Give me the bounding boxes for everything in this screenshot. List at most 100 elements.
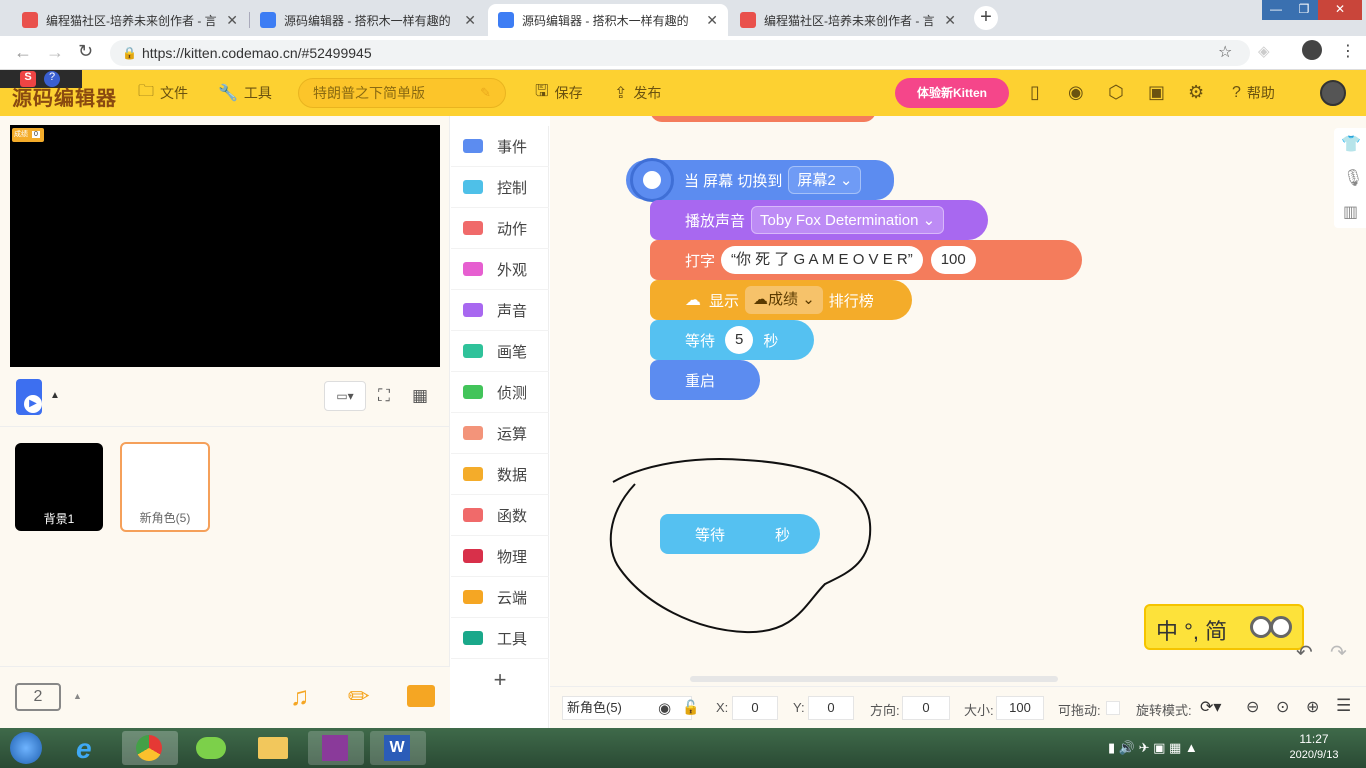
category-12[interactable]: 工具 (451, 618, 549, 659)
play-sound-block[interactable]: 播放声音 Toby Fox Determination ⌄ (650, 200, 988, 240)
browser-tab-1[interactable]: 编程猫社区-培养未来创作者 - 言 ✕ (12, 4, 248, 36)
undo-icon[interactable]: ↶ (1296, 640, 1313, 665)
microphone-icon[interactable]: 🎙 (1343, 168, 1363, 188)
settings-gear-icon[interactable]: ⚙ (1188, 82, 1204, 103)
sprite-card-selected[interactable]: 新角色(5) (120, 442, 210, 532)
app-logo[interactable]: 源码编辑器 (12, 82, 117, 111)
new-tab-button[interactable]: + (974, 6, 998, 30)
rotation-mode-icon[interactable]: ⟳▾ (1200, 697, 1221, 717)
costume-shirt-icon[interactable]: 👕 (1341, 134, 1361, 154)
windows-start-icon[interactable] (10, 732, 42, 764)
draggable-checkbox[interactable] (1106, 701, 1120, 715)
y-input[interactable]: 0 (808, 696, 854, 720)
try-new-kitten-button[interactable]: 体验新Kitten (895, 78, 1009, 108)
ime-floating-bar[interactable]: 中 °, 简 (1144, 604, 1304, 650)
folder-add-icon[interactable] (407, 685, 435, 707)
leaderboard-dropdown[interactable]: ☁成绩 ⌄ (745, 286, 823, 314)
screen-dropdown[interactable]: 屏幕2 ⌄ (788, 166, 862, 194)
extension-icon[interactable]: ◈ (1258, 42, 1270, 60)
taskbar-ie-icon[interactable]: e (62, 731, 118, 765)
close-tab-icon[interactable]: ✕ (226, 12, 238, 29)
close-tab-icon[interactable]: ✕ (706, 12, 718, 29)
browser-tab-2[interactable]: 源码编辑器 - 搭积木一样有趣的 ✕ (250, 4, 486, 36)
sprite-card-background[interactable]: 背景1 (15, 443, 103, 531)
forward-arrow-icon[interactable]: → (46, 42, 64, 63)
sound-dropdown[interactable]: Toby Fox Determination ⌄ (751, 206, 945, 234)
visibility-eye-icon[interactable]: ◉ (658, 699, 671, 717)
category-5[interactable]: 画笔 (451, 331, 549, 372)
caret-up-icon[interactable]: ▲ (50, 390, 60, 401)
mobile-icon[interactable]: ▯ (1030, 82, 1040, 103)
caret-up-icon[interactable]: ▲ (73, 691, 82, 701)
add-extension-button[interactable]: + (451, 667, 549, 693)
wait-block[interactable]: 等待 5 秒 (650, 320, 814, 360)
category-6[interactable]: 侦测 (451, 372, 549, 413)
box-icon[interactable]: ▣ (1148, 82, 1165, 103)
hexagon-icon[interactable]: ⬡ (1108, 82, 1124, 103)
zoom-out-icon[interactable]: ⊖ (1246, 697, 1259, 717)
back-arrow-icon[interactable]: ← (14, 42, 32, 63)
bookmark-star-icon[interactable]: ☆ (1218, 42, 1232, 62)
minimize-button[interactable]: — (1262, 0, 1290, 20)
taskbar-explorer-icon[interactable] (246, 731, 302, 765)
category-3[interactable]: 外观 (451, 249, 549, 290)
menu-lines-icon[interactable]: ☰ (1336, 696, 1351, 716)
wait-seconds-input[interactable]: 5 (725, 326, 754, 354)
type-string-input[interactable]: “你 死 了 G A M E O V E R” (721, 246, 923, 274)
stage-canvas[interactable]: 成绩 0 (10, 125, 440, 367)
url-field[interactable]: 🔒 https://kitten.codemao.cn/#52499945 (110, 40, 1250, 66)
when-screen-switch-hat-block[interactable]: 当 屏幕 切换到 屏幕2 ⌄ (626, 158, 894, 202)
project-name-input[interactable]: 特朗普之下简单版 ✎ (298, 78, 506, 108)
browser-menu-icon[interactable]: ⋮ (1340, 41, 1356, 61)
file-menu[interactable]: 🗀 文件 (138, 82, 188, 104)
save-button[interactable]: 🖫 保存 (535, 82, 583, 104)
reload-icon[interactable]: ↻ (78, 41, 93, 62)
bar-chart-icon[interactable]: ▥ (1343, 202, 1358, 222)
category-0[interactable]: 事件 (451, 126, 549, 167)
tray-icons[interactable]: ▮ 🔊 ✈ ▣ ▦ ▲ (1108, 740, 1198, 756)
sprite-name-field[interactable]: 新角色(5) (562, 696, 692, 720)
type-speed-input[interactable]: 100 (930, 246, 976, 274)
category-10[interactable]: 物理 (451, 536, 549, 577)
code-workspace[interactable]: 当 屏幕 切换到 屏幕2 ⌄ 播放声音 Toby Fox Determinati… (550, 116, 1366, 686)
show-leaderboard-block[interactable]: ☁ 显示 ☁成绩 ⌄ 排行榜 (650, 280, 912, 320)
category-4[interactable]: 声音 (451, 290, 549, 331)
horizontal-scrollbar[interactable] (690, 676, 1058, 682)
robot-icon[interactable]: ◉ (1068, 82, 1084, 103)
loose-wait-block[interactable]: 等待 秒 (660, 514, 820, 554)
screen-count[interactable]: 2 (15, 683, 61, 711)
grid-icon[interactable]: ▦ (412, 386, 428, 406)
category-2[interactable]: 动作 (451, 208, 549, 249)
paint-pencil-icon[interactable]: ✏ (348, 681, 370, 712)
maximize-button[interactable]: ❐ (1290, 0, 1318, 20)
lock-icon[interactable]: 🔓 (682, 699, 699, 716)
fullscreen-icon[interactable]: ⛶ (378, 386, 390, 406)
zoom-in-icon[interactable]: ⊕ (1306, 697, 1319, 717)
type-text-block[interactable]: 打字 “你 死 了 G A M E O V E R” 100 (650, 240, 1082, 280)
category-11[interactable]: 云端 (451, 577, 549, 618)
category-1[interactable]: 控制 (451, 167, 549, 208)
run-button[interactable]: ▶ (16, 379, 42, 415)
category-8[interactable]: 数据 (451, 454, 549, 495)
close-tab-icon[interactable]: ✕ (944, 12, 956, 29)
stage-size-toggle[interactable]: ▭▾ (324, 381, 366, 411)
taskbar-chrome-icon[interactable] (122, 731, 178, 765)
taskbar-word-icon[interactable]: W (370, 731, 426, 765)
clock-time[interactable]: 11:27 (1284, 732, 1344, 746)
taskbar-wechat-icon[interactable] (184, 731, 240, 765)
close-tab-icon[interactable]: ✕ (464, 12, 476, 29)
user-avatar[interactable] (1320, 80, 1346, 106)
browser-tab-4[interactable]: 编程猫社区-培养未来创作者 - 言 ✕ (730, 4, 966, 36)
help-button[interactable]: ? 帮助 (1232, 82, 1275, 104)
x-input[interactable]: 0 (732, 696, 778, 720)
category-9[interactable]: 函数 (451, 495, 549, 536)
direction-input[interactable]: 0 (902, 696, 950, 720)
music-icon[interactable]: ♫ (290, 681, 310, 712)
taskbar-winrar-icon[interactable] (308, 731, 364, 765)
restart-block[interactable]: 重启 (650, 360, 760, 400)
profile-avatar-icon[interactable] (1302, 40, 1322, 60)
clock-date[interactable]: 2020/9/13 (1280, 749, 1348, 761)
tools-menu[interactable]: 🔧 工具 (218, 82, 272, 104)
size-input[interactable]: 100 (996, 696, 1044, 720)
close-window-button[interactable]: ✕ (1318, 0, 1362, 20)
